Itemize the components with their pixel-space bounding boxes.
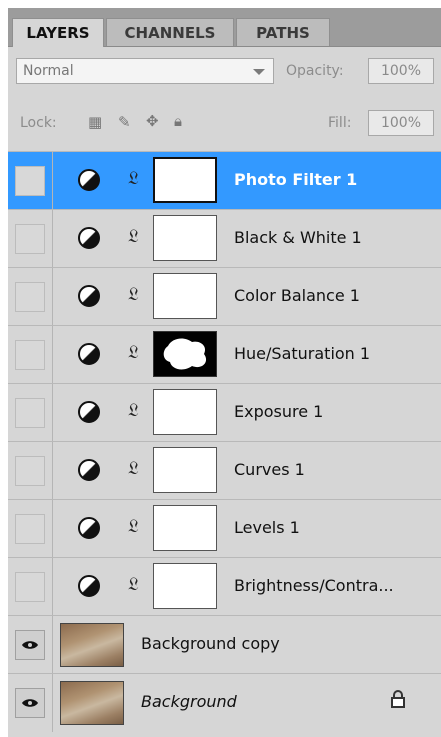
- layer-curves[interactable]: 𝔏 Curves 1: [8, 441, 441, 500]
- fill-field[interactable]: 100%: [368, 110, 434, 136]
- link-icon[interactable]: 𝔏: [128, 516, 139, 537]
- layer-mask-thumbnail[interactable]: [153, 389, 217, 435]
- link-icon[interactable]: 𝔏: [128, 342, 139, 363]
- link-icon[interactable]: 𝔏: [128, 400, 139, 421]
- layer-name: Levels 1: [234, 518, 300, 537]
- blend-mode-select[interactable]: Normal: [16, 58, 274, 84]
- layer-thumbnail[interactable]: [60, 623, 124, 667]
- adjustment-layer-icon: [78, 517, 100, 539]
- blend-mode-value: Normal: [23, 63, 74, 79]
- link-icon[interactable]: 𝔏: [128, 226, 139, 247]
- visibility-toggle[interactable]: [15, 514, 45, 544]
- lock-icon: [390, 690, 406, 713]
- layer-exposure[interactable]: 𝔏 Exposure 1: [8, 383, 441, 442]
- layer-name: Hue/Saturation 1: [234, 344, 371, 363]
- adjustment-layer-icon: [78, 169, 100, 191]
- lock-position-icon[interactable]: ✥: [146, 112, 159, 130]
- panel-tabs: LAYERS CHANNELS PATHS: [8, 8, 441, 47]
- opacity-field[interactable]: 100%: [368, 58, 434, 84]
- eye-icon[interactable]: [15, 688, 45, 718]
- visibility-toggle[interactable]: [15, 456, 45, 486]
- adjustment-layer-icon: [78, 459, 100, 481]
- link-icon[interactable]: 𝔏: [128, 458, 139, 479]
- layer-mask-thumbnail[interactable]: [153, 331, 217, 377]
- divider: [52, 384, 53, 442]
- lock-all-icon[interactable]: 🔒︎: [174, 112, 182, 130]
- layer-mask-thumbnail[interactable]: [153, 505, 217, 551]
- layer-name: Curves 1: [234, 460, 305, 479]
- divider: [52, 210, 53, 268]
- layer-name: Background copy: [141, 634, 280, 653]
- tab-layers[interactable]: LAYERS: [12, 18, 104, 47]
- adjustment-layer-icon: [78, 343, 100, 365]
- divider: [52, 268, 53, 326]
- padlock-shape: [391, 690, 405, 708]
- layer-mask-thumbnail[interactable]: [153, 157, 217, 203]
- layer-name: Color Balance 1: [234, 286, 360, 305]
- divider: [52, 674, 53, 732]
- layer-name: Brightness/Contra...: [234, 576, 394, 595]
- adjustment-layer-icon: [78, 227, 100, 249]
- layers-list: 𝔏 Photo Filter 1 𝔏 Black & White 1 𝔏 Col…: [8, 151, 441, 737]
- visibility-toggle[interactable]: [15, 340, 45, 370]
- divider: [52, 152, 53, 210]
- lock-fill-row: Lock: ▦ ✎ ✥ 🔒︎ Fill: 100%: [8, 102, 441, 142]
- lock-transparent-pixels-icon[interactable]: ▦: [88, 113, 102, 131]
- layer-name: Black & White 1: [234, 228, 362, 247]
- mask-shape: [163, 338, 207, 370]
- layer-black-white[interactable]: 𝔏 Black & White 1: [8, 209, 441, 268]
- layer-brightness-contrast[interactable]: 𝔏 Brightness/Contra...: [8, 557, 441, 616]
- blend-opacity-row: Normal Opacity: 100%: [8, 48, 441, 88]
- adjustment-layer-icon: [78, 401, 100, 423]
- link-icon[interactable]: 𝔏: [128, 574, 139, 595]
- visibility-toggle[interactable]: [15, 572, 45, 602]
- lock-image-pixels-icon[interactable]: ✎: [118, 113, 131, 131]
- visibility-toggle[interactable]: [15, 166, 45, 196]
- chevron-down-icon: [253, 69, 265, 75]
- opacity-label: Opacity:: [286, 63, 344, 79]
- link-icon[interactable]: 𝔏: [128, 284, 139, 305]
- divider: [52, 616, 53, 674]
- layer-photo-filter[interactable]: 𝔏 Photo Filter 1: [8, 151, 441, 210]
- layers-panel: LAYERS CHANNELS PATHS Normal Opacity: 10…: [8, 8, 441, 737]
- layer-mask-thumbnail[interactable]: [153, 215, 217, 261]
- layer-mask-thumbnail[interactable]: [153, 447, 217, 493]
- tab-channels[interactable]: CHANNELS: [106, 18, 234, 46]
- eye-shape: [22, 641, 38, 649]
- visibility-toggle[interactable]: [15, 398, 45, 428]
- layer-name: Exposure 1: [234, 402, 324, 421]
- link-icon[interactable]: 𝔏: [128, 168, 139, 189]
- layer-color-balance[interactable]: 𝔏 Color Balance 1: [8, 267, 441, 326]
- divider: [52, 558, 53, 616]
- layer-levels[interactable]: 𝔏 Levels 1: [8, 499, 441, 558]
- layer-background-copy[interactable]: Background copy: [8, 615, 441, 674]
- layer-thumbnail[interactable]: [60, 681, 124, 725]
- divider: [52, 500, 53, 558]
- layer-name: Background: [141, 692, 237, 711]
- layer-mask-thumbnail[interactable]: [153, 563, 217, 609]
- adjustment-layer-icon: [78, 285, 100, 307]
- divider: [52, 326, 53, 384]
- layer-name: Photo Filter 1: [234, 170, 358, 189]
- tab-paths[interactable]: PATHS: [236, 18, 330, 46]
- layer-mask-thumbnail[interactable]: [153, 273, 217, 319]
- divider: [52, 442, 53, 500]
- visibility-toggle[interactable]: [15, 282, 45, 312]
- fill-label: Fill:: [328, 115, 352, 131]
- eye-icon[interactable]: [15, 630, 45, 660]
- visibility-toggle[interactable]: [15, 224, 45, 254]
- layer-background[interactable]: Background: [8, 673, 441, 732]
- lock-label: Lock:: [20, 115, 57, 131]
- adjustment-layer-icon: [78, 575, 100, 597]
- eye-shape: [22, 699, 38, 707]
- layer-hue-saturation[interactable]: 𝔏 Hue/Saturation 1: [8, 325, 441, 384]
